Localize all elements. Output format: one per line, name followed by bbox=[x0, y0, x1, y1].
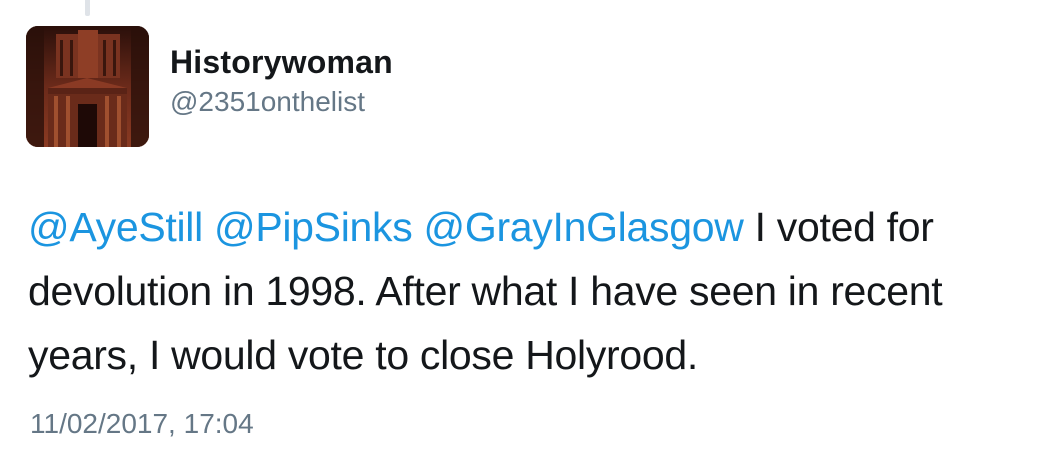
tweet-text: @AyeStill @PipSinks @GrayInGlasgow I vot… bbox=[28, 195, 1028, 387]
display-name[interactable]: Historywoman bbox=[170, 44, 393, 81]
user-handle[interactable]: @2351onthelist bbox=[170, 86, 365, 118]
avatar-image bbox=[26, 26, 149, 147]
mention-link[interactable]: @PipSinks bbox=[214, 204, 413, 250]
thread-connector-line bbox=[85, 0, 90, 16]
avatar[interactable] bbox=[26, 26, 149, 147]
tweet-text-line: I voted for bbox=[754, 204, 934, 250]
mention-link[interactable]: @AyeStill bbox=[28, 204, 203, 250]
mention-link[interactable]: @GrayInGlasgow bbox=[424, 204, 744, 250]
tweet-timestamp[interactable]: 11/02/2017, 17:04 bbox=[30, 408, 254, 440]
tweet-text-line: years, I would vote to close Holyrood. bbox=[28, 332, 698, 378]
tweet-text-line: devolution in 1998. After what I have se… bbox=[28, 268, 943, 314]
